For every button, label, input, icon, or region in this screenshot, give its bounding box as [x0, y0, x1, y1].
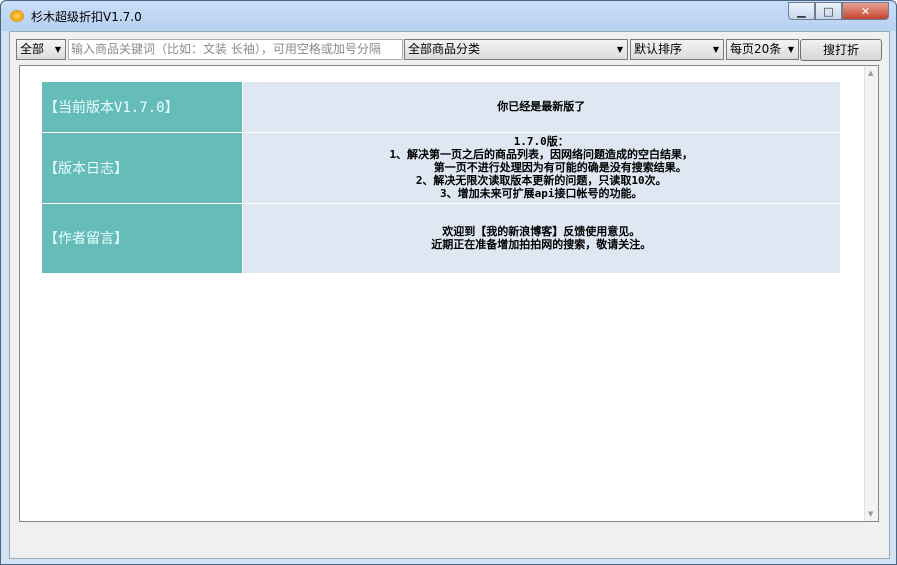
per-page-value: 每页20条	[730, 42, 782, 56]
sort-value: 默认排序	[634, 42, 683, 56]
changelog-text: 1.7.0版： 1、解决第一页之后的商品列表，因网络问题造成的空白结果， 第一页…	[242, 132, 840, 204]
category-value: 全部商品分类	[408, 42, 481, 56]
minimize-button[interactable]: ▁	[788, 2, 815, 20]
text-line: 你已经是最新版了	[497, 100, 586, 114]
version-status: 你已经是最新版了	[242, 82, 840, 133]
text-line: 近期正在准备增加拍拍网的搜索，敬请关注。	[431, 238, 652, 251]
maximize-button[interactable]: □	[815, 2, 842, 20]
per-page-dropdown[interactable]: 每页20条 ▼	[726, 39, 799, 60]
text-line: 2、解决无限次读取版本更新的问题，只读取10次。	[415, 174, 667, 187]
scope-dropdown[interactable]: 全部 ▼	[16, 39, 66, 60]
text-line: 1.7.0版：	[513, 135, 569, 148]
changelog-label: 【版本日志】	[42, 132, 243, 204]
content-view: 【当前版本V1.7.0】 你已经是最新版了 【版本日志】 1.7.0版： 1、解…	[19, 65, 879, 522]
app-window: 杉木超级折扣V1.7.0 ▁ □ ✕ 全部 ▼ 输入商品关键词（比如：文装 长袖）…	[0, 0, 897, 565]
vertical-scrollbar[interactable]: ▲ ▼	[864, 66, 878, 521]
scope-value: 全部	[20, 42, 45, 56]
text-line: 第一页不进行处理因为有可能的确是没有搜索结果。	[433, 161, 687, 174]
search-button[interactable]: 搜打折	[800, 39, 882, 61]
table-row: 【当前版本V1.7.0】 你已经是最新版了	[42, 82, 840, 133]
scroll-up-icon[interactable]: ▲	[868, 69, 873, 77]
info-table: 【当前版本V1.7.0】 你已经是最新版了 【版本日志】 1.7.0版： 1、解…	[42, 82, 840, 274]
version-label: 【当前版本V1.7.0】	[42, 82, 243, 133]
chevron-down-icon: ▼	[787, 45, 794, 54]
table-row: 【版本日志】 1.7.0版： 1、解决第一页之后的商品列表，因网络问题造成的空白…	[42, 132, 840, 204]
chevron-down-icon: ▼	[712, 45, 719, 54]
chevron-down-icon: ▼	[616, 45, 623, 54]
close-button[interactable]: ✕	[842, 2, 889, 20]
status-bar	[10, 522, 889, 558]
text-line: 1、解决第一页之后的商品列表，因网络问题造成的空白结果，	[389, 148, 694, 161]
app-icon	[10, 10, 24, 22]
chevron-down-icon: ▼	[54, 45, 61, 54]
scroll-down-icon[interactable]: ▼	[868, 510, 873, 518]
text-line: 3、增加未来可扩展api接口帐号的功能。	[440, 187, 643, 200]
author-note-text: 欢迎到【我的新浪博客】反馈使用意见。 近期正在准备增加拍拍网的搜索，敬请关注。	[242, 203, 841, 274]
sort-dropdown[interactable]: 默认排序 ▼	[630, 39, 724, 60]
client-area: 全部 ▼ 输入商品关键词（比如：文装 长袖），可用空格或加号分隔 全部商品分类 ▼ …	[9, 31, 890, 559]
table-row: 【作者留言】 欢迎到【我的新浪博客】反馈使用意见。 近期正在准备增加拍拍网的搜索…	[42, 203, 841, 274]
blog-link-line[interactable]: 欢迎到【我的新浪博客】反馈使用意见。	[243, 225, 841, 238]
search-input[interactable]: 输入商品关键词（比如：文装 长袖），可用空格或加号分隔	[68, 39, 403, 60]
window-title: 杉木超级折扣V1.7.0	[31, 10, 142, 24]
author-note-label: 【作者留言】	[42, 203, 243, 274]
category-dropdown[interactable]: 全部商品分类 ▼	[404, 39, 628, 60]
